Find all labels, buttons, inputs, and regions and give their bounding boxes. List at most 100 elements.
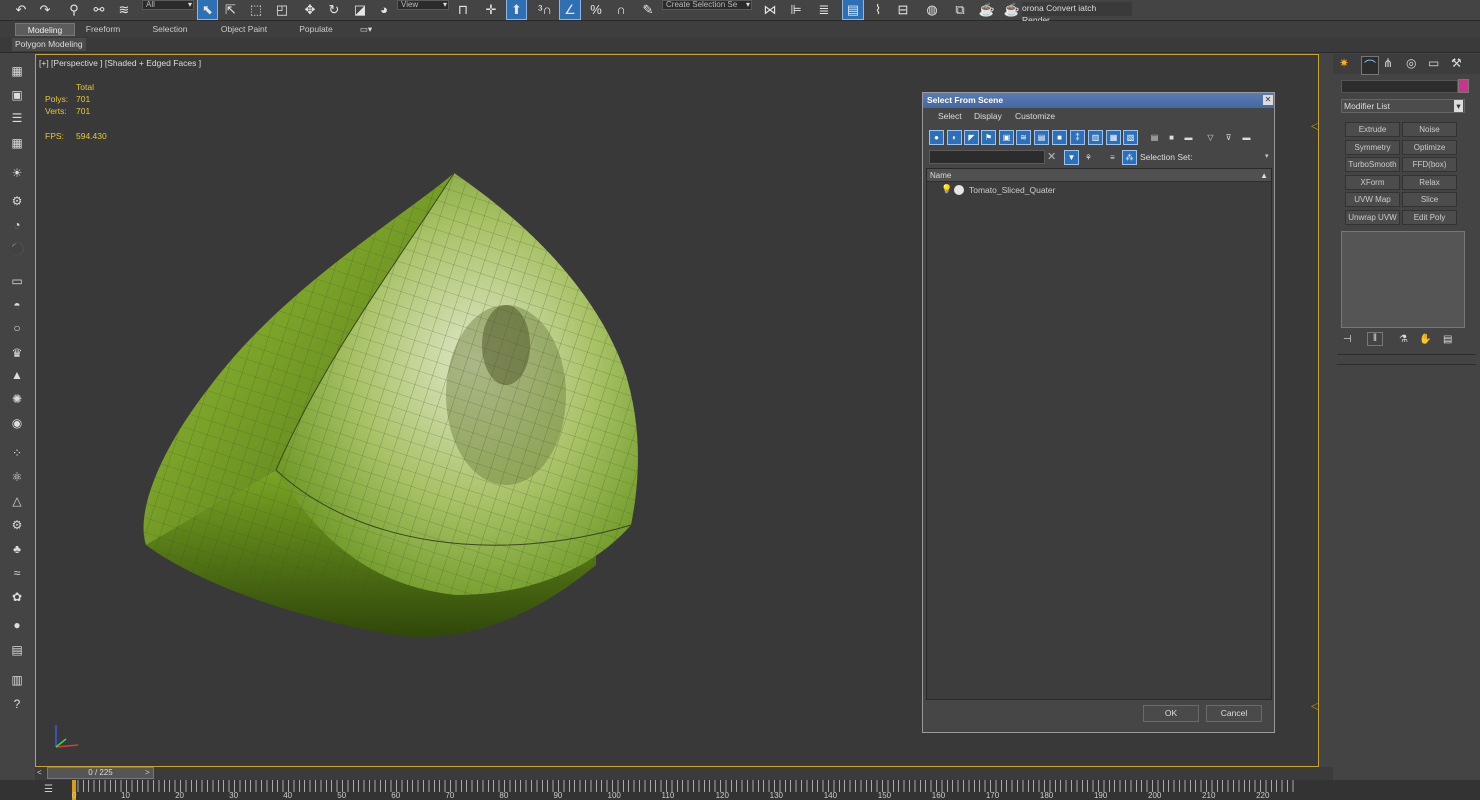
modifier-button[interactable]: UVW Map <box>1345 192 1400 208</box>
modifier-list-dropdown[interactable]: Modifier List ▾ <box>1341 99 1465 113</box>
tab-object-paint[interactable]: Object Paint <box>213 23 275 36</box>
modify-tab-icon[interactable]: ⌒ <box>1361 56 1380 75</box>
viewport-layout-icon[interactable]: ▦ <box>7 62 27 80</box>
search-input[interactable] <box>929 150 1045 164</box>
close-icon[interactable]: ✕ <box>1263 95 1273 105</box>
calculator-icon[interactable]: ▤ <box>7 641 27 659</box>
geometry-filter-icon[interactable]: ● <box>929 130 944 145</box>
unlink-icon[interactable]: ⚯ <box>89 0 109 19</box>
snaps-toggle-icon[interactable]: ³∩ <box>535 0 555 19</box>
tab-modeling[interactable]: Modeling <box>15 23 75 36</box>
angle-snap-icon[interactable]: ∠ <box>559 0 581 20</box>
display-none-icon[interactable]: ■ <box>1164 130 1179 145</box>
modifier-button[interactable]: Noise <box>1402 122 1457 137</box>
time-prev-button[interactable]: < <box>37 768 42 777</box>
modifier-button[interactable]: Edit Poly <box>1402 210 1457 225</box>
pin-stack-icon[interactable]: ⊣ <box>1343 334 1352 345</box>
helper-filter-icon[interactable]: ▣ <box>999 130 1014 145</box>
keyboard-shortcut-icon[interactable]: ⬆ <box>506 0 527 20</box>
camera-filter-icon[interactable]: ⚑ <box>981 130 996 145</box>
tab-selection[interactable]: Selection <box>145 23 195 36</box>
remove-modifier-icon[interactable]: ✋ <box>1419 334 1431 345</box>
light-icon[interactable]: ☀ <box>7 164 27 182</box>
find-icon[interactable]: ▼ <box>1064 150 1079 165</box>
modifier-button[interactable]: Unwrap UVW <box>1345 210 1400 225</box>
pyramid-icon[interactable]: △ <box>7 492 27 510</box>
move-icon[interactable]: ✥ <box>300 0 320 19</box>
render-frame-icon[interactable]: ▣ <box>7 86 27 104</box>
configure-modifier-sets-icon[interactable]: ▤ <box>1443 334 1452 345</box>
box-icon[interactable]: ▭ <box>7 272 27 290</box>
rectangular-selection-icon[interactable]: ⬚ <box>246 0 266 19</box>
reference-coord-dropdown[interactable]: View <box>397 0 449 10</box>
menu-display[interactable]: Display <box>974 111 1002 121</box>
xref-filter-icon[interactable]: ■ <box>1052 130 1067 145</box>
modifier-button[interactable]: XForm <box>1345 174 1400 190</box>
track-bar[interactable]: ☰ 0 10 20 30 40 50 60 70 80 90 100 110 120 130 140 150 1… <box>0 780 1480 800</box>
camera-icon[interactable]: ⚫ <box>7 240 27 258</box>
scale-icon[interactable]: ◪ <box>350 0 370 19</box>
invert-display-icon[interactable]: ▬ <box>1181 130 1196 145</box>
ok-button[interactable]: OK <box>1143 705 1199 722</box>
percent-snap-icon[interactable]: % <box>586 0 606 19</box>
modifier-button[interactable]: Relax <box>1402 174 1457 190</box>
object-name-field[interactable] <box>1341 80 1458 93</box>
dialog-title[interactable]: Select From Scene <box>923 93 1274 108</box>
hierarchy-tab-icon[interactable]: ⋔ <box>1383 56 1393 70</box>
layers-icon[interactable]: ≡ <box>1105 150 1120 165</box>
menu-customize[interactable]: Customize <box>1015 111 1055 121</box>
select-manipulate-icon[interactable]: ✛ <box>480 0 502 19</box>
render-icon[interactable]: ☕ <box>1003 0 1021 19</box>
link-icon[interactable]: ⚲ <box>64 0 84 19</box>
gear-icon[interactable]: ⚙ <box>7 516 27 534</box>
grass-icon[interactable]: ♣ <box>7 540 27 558</box>
frozen-filter-icon[interactable]: ▦ <box>1106 130 1121 145</box>
hierarchy-icon[interactable]: ⁂ <box>1122 150 1137 165</box>
tab-freeform[interactable]: Freeform <box>78 23 128 36</box>
redo-icon[interactable]: ↷ <box>36 0 54 19</box>
mirror-icon[interactable]: ⋈ <box>760 0 780 19</box>
crown-icon[interactable]: ♛ <box>7 344 27 362</box>
modifier-button[interactable]: Slice <box>1402 192 1457 208</box>
rendered-frame-icon[interactable]: ☕ <box>977 0 997 19</box>
modifier-button[interactable]: Optimize <box>1402 139 1457 155</box>
filter-settings-icon[interactable]: ⊽ <box>1221 130 1236 145</box>
geosphere-icon[interactable]: ◉ <box>7 414 27 432</box>
menu-select[interactable]: Select <box>938 111 962 121</box>
align-icon[interactable]: ⊫ <box>786 0 806 19</box>
cloth-icon[interactable]: ✿ <box>7 588 27 606</box>
display-tab-icon[interactable]: ▭ <box>1428 56 1439 70</box>
polygon-modeling-label[interactable]: Polygon Modeling <box>12 38 86 51</box>
helper-icon[interactable]: ⚙ <box>7 192 27 210</box>
pivot-center-icon[interactable]: ⊓ <box>453 0 473 19</box>
time-slider-thumb[interactable]: 0 / 225 <box>47 767 154 779</box>
grid-icon[interactable]: ▦ <box>7 134 27 152</box>
show-end-result-icon[interactable]: ‖ <box>1367 332 1383 346</box>
selection-filter-dropdown[interactable]: All <box>142 0 194 10</box>
named-selection-dropdown[interactable]: Create Selection Se <box>662 0 752 10</box>
bind-space-warp-icon[interactable]: ≋ <box>114 0 134 19</box>
layer-explorer-icon[interactable]: ≣ <box>814 0 834 19</box>
time-icon[interactable]: ◔ <box>7 216 27 234</box>
tab-populate[interactable]: Populate <box>290 23 342 36</box>
make-unique-icon[interactable]: ⚗ <box>1399 334 1408 345</box>
filter-icon[interactable]: ▽ <box>1203 130 1218 145</box>
clear-search-icon[interactable]: ✕ <box>1047 150 1059 164</box>
motion-tab-icon[interactable]: ◎ <box>1406 56 1416 70</box>
modifier-button[interactable]: Symmetry <box>1345 139 1400 155</box>
molecule-icon[interactable]: ⚛ <box>7 468 27 486</box>
utilities-tab-icon[interactable]: ⚒ <box>1451 56 1462 70</box>
spacewarp-filter-icon[interactable]: ≋ <box>1016 130 1031 145</box>
material-editor-icon[interactable]: ◍ <box>922 0 942 19</box>
scene-explorer-icon[interactable]: ▤ <box>842 0 864 20</box>
modifier-stack[interactable] <box>1341 231 1465 328</box>
list-item[interactable]: 💡 Tomato_Sliced_Quater <box>927 184 1271 197</box>
sun-icon[interactable]: ✺ <box>7 390 27 408</box>
curve-editor-icon[interactable]: ⌇ <box>868 0 888 19</box>
rotate-icon[interactable]: ↻ <box>324 0 344 19</box>
ribbon-options-icon[interactable]: ▭▾ <box>355 23 377 36</box>
schematic-view-icon[interactable]: ⊟ <box>893 0 913 19</box>
create-tab-icon[interactable]: ✷ <box>1339 56 1349 70</box>
ball-icon[interactable]: ● <box>7 616 27 634</box>
modifier-button[interactable]: TurboSmooth <box>1345 157 1400 173</box>
